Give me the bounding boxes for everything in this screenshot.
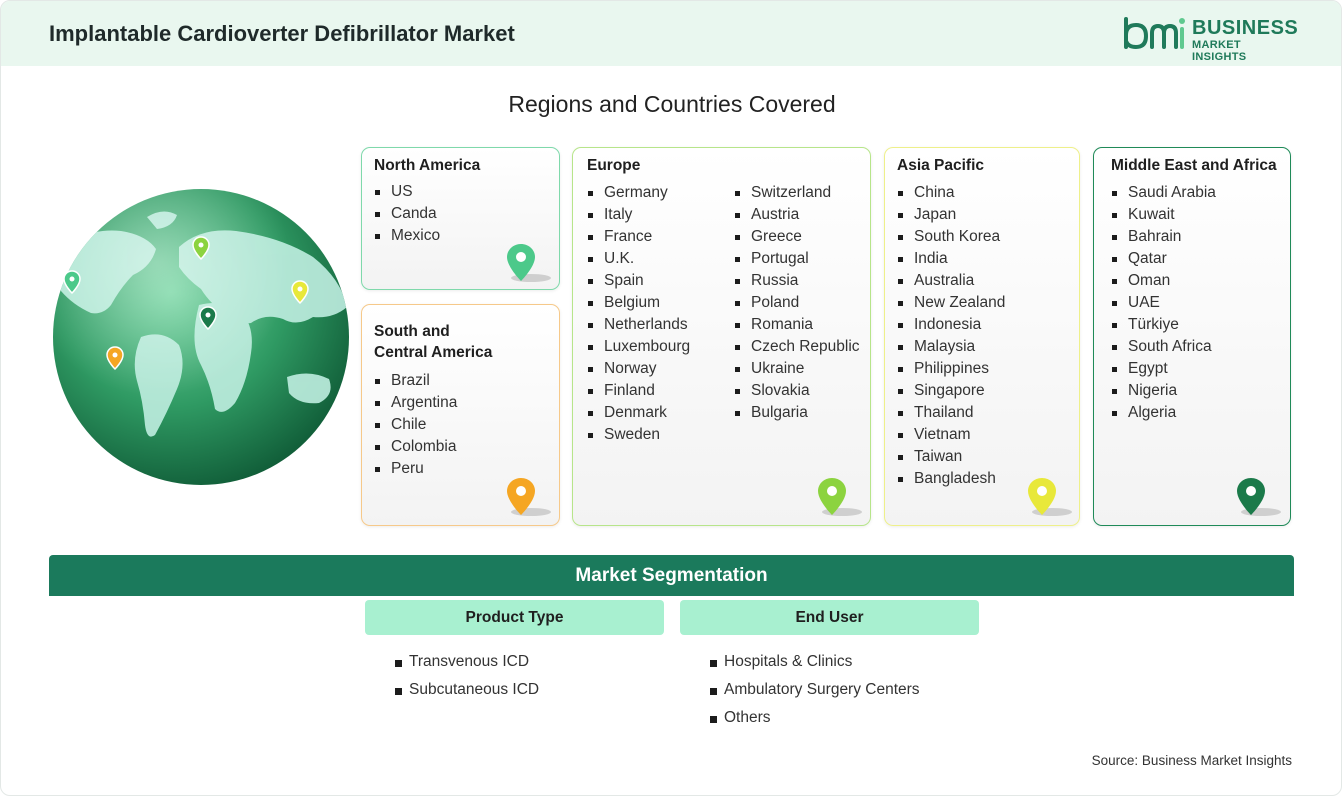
end-user-list: Hospitals & Clinics Ambulatory Surgery C…: [710, 648, 920, 732]
list-item: Mexico: [374, 225, 440, 247]
region-title-line1: South and: [374, 323, 450, 340]
list-item: Czech Republic: [734, 336, 860, 358]
map-pin-icon: [1028, 478, 1072, 516]
segment-header-end-user: End User: [680, 600, 979, 635]
list-item: Spain: [587, 270, 690, 292]
product-type-list: Transvenous ICD Subcutaneous ICD: [395, 648, 539, 704]
list-item: Transvenous ICD: [395, 648, 539, 676]
list-item: Türkiye: [1111, 314, 1216, 336]
region-card-asia-pacific: Asia Pacific China Japan South Korea Ind…: [884, 147, 1080, 526]
list-item: South Korea: [897, 226, 1005, 248]
list-item: Bangladesh: [897, 468, 1005, 490]
brand-logo: BUSINESS MARKET INSIGHTS: [1122, 17, 1299, 63]
list-item: Italy: [587, 204, 690, 226]
map-pin-icon: [818, 478, 862, 516]
infographic-frame: Implantable Cardioverter Defibrillator M…: [0, 0, 1342, 796]
list-item: Australia: [897, 270, 1005, 292]
list-item: South Africa: [1111, 336, 1216, 358]
country-list: Saudi Arabia Kuwait Bahrain Qatar Oman U…: [1111, 182, 1216, 424]
list-item: Subcutaneous ICD: [395, 676, 539, 704]
list-item: US: [374, 181, 440, 203]
list-item: Chile: [374, 414, 457, 436]
list-item: Others: [710, 704, 920, 732]
page-title: Implantable Cardioverter Defibrillator M…: [49, 21, 515, 46]
list-item: Vietnam: [897, 424, 1005, 446]
list-item: Saudi Arabia: [1111, 182, 1216, 204]
list-item: India: [897, 248, 1005, 270]
bmi-logo-icon: [1124, 17, 1185, 50]
regions-title: Regions and Countries Covered: [508, 91, 836, 117]
list-item: Taiwan: [897, 446, 1005, 468]
source-note: Source: Business Market Insights: [1091, 753, 1292, 768]
region-card-north-america: North America US Canda Mexico: [361, 147, 560, 290]
list-item: Austria: [734, 204, 860, 226]
list-item: Japan: [897, 204, 1005, 226]
list-item: Greece: [734, 226, 860, 248]
list-item: Ambulatory Surgery Centers: [710, 676, 920, 704]
list-item: Sweden: [587, 424, 690, 446]
list-item: Switzerland: [734, 182, 860, 204]
list-item: Algeria: [1111, 402, 1216, 424]
list-item: Russia: [734, 270, 860, 292]
list-item: Poland: [734, 292, 860, 314]
list-item: Hospitals & Clinics: [710, 648, 920, 676]
list-item: Slovakia: [734, 380, 860, 402]
country-list: US Canda Mexico: [374, 181, 440, 247]
map-pin-icon: [507, 478, 551, 516]
region-title: Europe: [587, 157, 641, 174]
list-item: France: [587, 226, 690, 248]
list-item: Finland: [587, 380, 690, 402]
list-item: Qatar: [1111, 248, 1216, 270]
list-item: Brazil: [374, 370, 457, 392]
map-pin-icon: [507, 244, 551, 282]
list-item: Ukraine: [734, 358, 860, 380]
region-title: North America: [374, 157, 481, 174]
list-item: Kuwait: [1111, 204, 1216, 226]
list-item: New Zealand: [897, 292, 1005, 314]
header-bar: Implantable Cardioverter Defibrillator M…: [1, 1, 1341, 66]
list-item: UAE: [1111, 292, 1216, 314]
region-card-europe: Europe Germany Italy France U.K. Spain B…: [572, 147, 871, 526]
logo-text-business: BUSINESS: [1192, 17, 1299, 39]
country-list-col2: Switzerland Austria Greece Portugal Russ…: [734, 182, 860, 424]
list-item: Oman: [1111, 270, 1216, 292]
list-item: Canda: [374, 203, 440, 225]
region-title: Middle East and Africa: [1111, 157, 1277, 174]
list-item: Portugal: [734, 248, 860, 270]
list-item: Singapore: [897, 380, 1005, 402]
country-list: China Japan South Korea India Australia …: [897, 182, 1005, 490]
list-item: Luxembourg: [587, 336, 690, 358]
country-list: Brazil Argentina Chile Colombia Peru: [374, 370, 457, 480]
list-item: Thailand: [897, 402, 1005, 424]
list-item: Peru: [374, 458, 457, 480]
list-item: Philippines: [897, 358, 1005, 380]
list-item: Bahrain: [1111, 226, 1216, 248]
map-pin-icon: [1237, 478, 1281, 516]
list-item: Belgium: [587, 292, 690, 314]
country-list-col1: Germany Italy France U.K. Spain Belgium …: [587, 182, 690, 446]
list-item: Nigeria: [1111, 380, 1216, 402]
list-item: Indonesia: [897, 314, 1005, 336]
list-item: Argentina: [374, 392, 457, 414]
list-item: Germany: [587, 182, 690, 204]
segment-header-product-type: Product Type: [365, 600, 664, 635]
region-card-middle-east-africa: Middle East and Africa Saudi Arabia Kuwa…: [1093, 147, 1291, 526]
globe-illustration: [53, 189, 349, 485]
list-item: Netherlands: [587, 314, 690, 336]
segmentation-title-bar: Market Segmentation: [49, 555, 1294, 596]
list-item: Denmark: [587, 402, 690, 424]
list-item: Egypt: [1111, 358, 1216, 380]
region-title-line2: Central America: [374, 344, 493, 361]
region-title: Asia Pacific: [897, 157, 985, 174]
list-item: Malaysia: [897, 336, 1005, 358]
list-item: Colombia: [374, 436, 457, 458]
list-item: Romania: [734, 314, 860, 336]
list-item: Norway: [587, 358, 690, 380]
list-item: China: [897, 182, 1005, 204]
list-item: Bulgaria: [734, 402, 860, 424]
region-card-south-central-america: South and Central America Brazil Argenti…: [361, 304, 560, 526]
logo-text-market-insights: MARKET INSIGHTS: [1192, 39, 1247, 63]
list-item: U.K.: [587, 248, 690, 270]
